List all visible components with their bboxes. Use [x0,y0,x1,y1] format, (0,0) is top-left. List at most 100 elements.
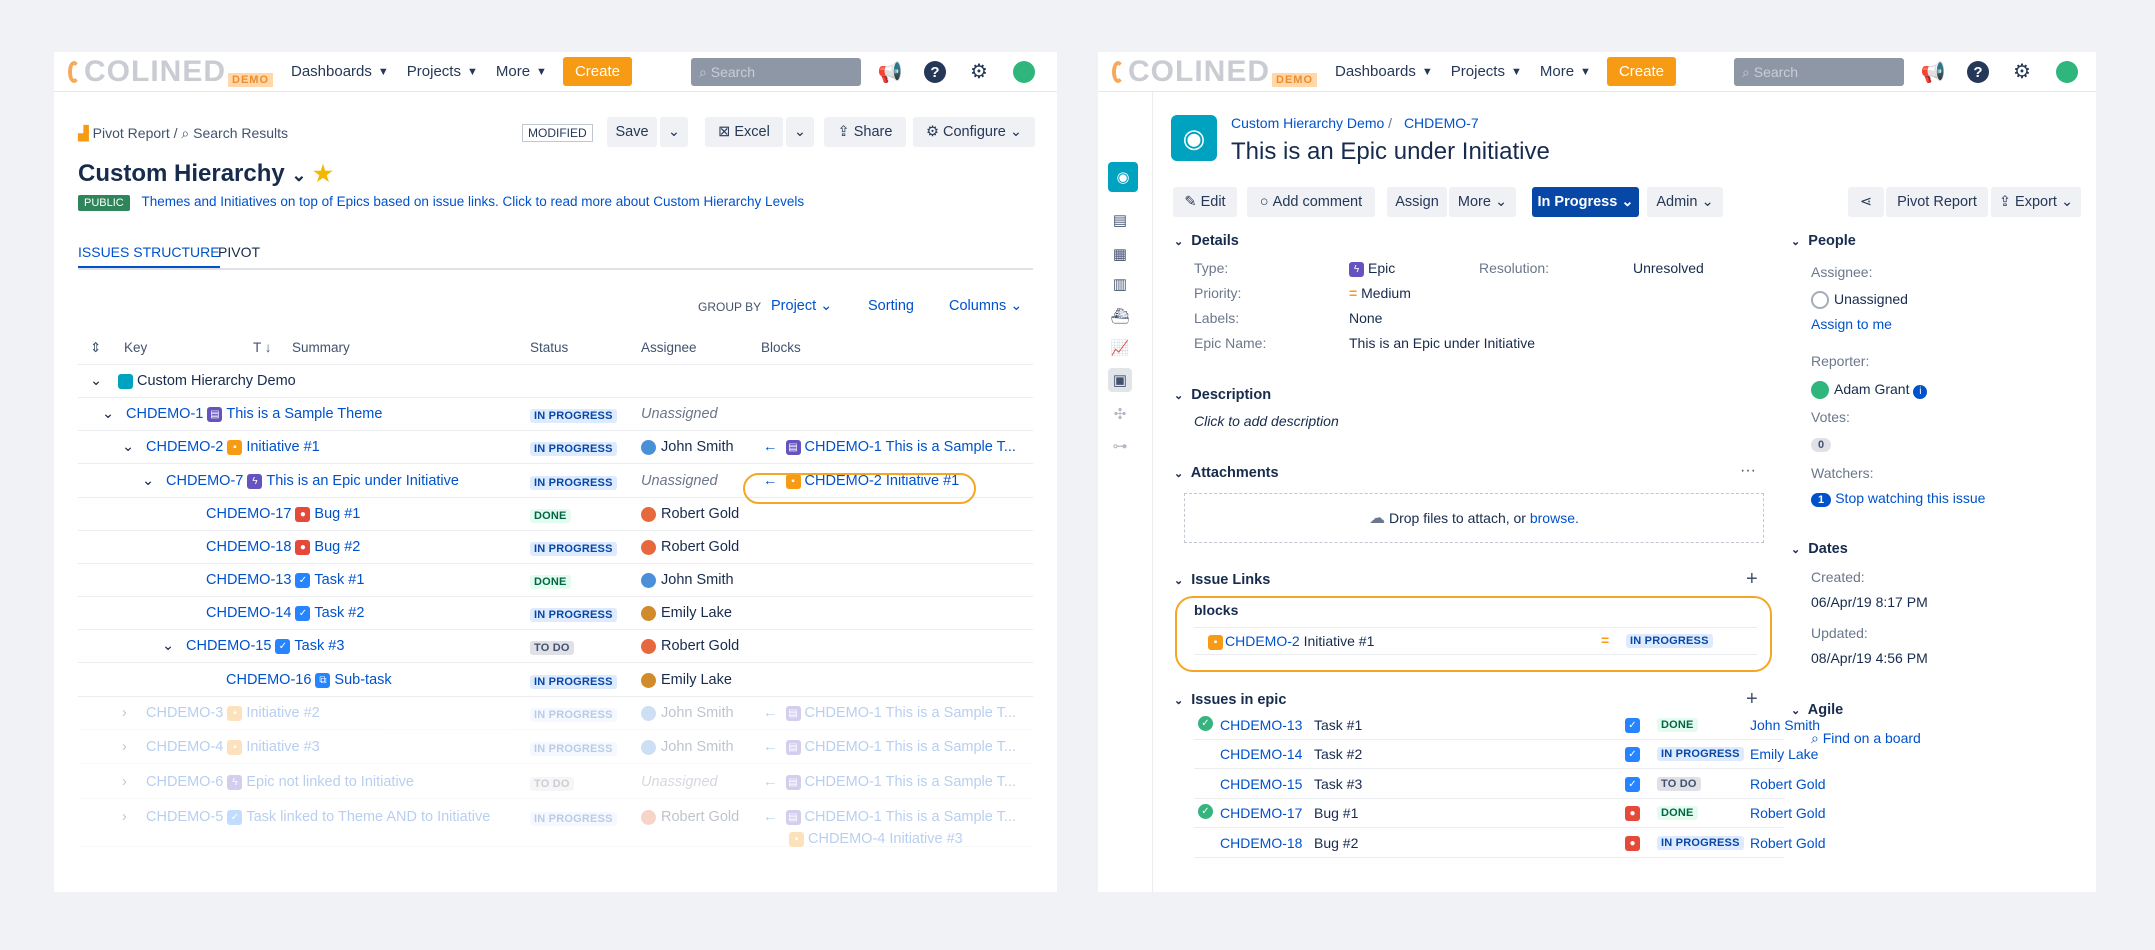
issue-key-link[interactable]: CHDEMO-14 [206,605,291,621]
issue-title[interactable]: This is an Epic under Initiative [1231,138,1550,166]
issue-key-link[interactable]: CHDEMO-3 [146,705,223,721]
table-row[interactable]: CHDEMO-13 ✓ Task #1 DONE John Smith [78,564,1033,597]
export-button[interactable]: ⇪ Export ⌄ [1991,187,2081,217]
blocks-link[interactable]: CHDEMO-1 This is a Sample T... [805,774,1016,790]
colined-logo[interactable]: COLINED DEMO [1112,55,1317,89]
attachments-heading[interactable]: ⌄ Attachments [1174,465,1279,481]
table-row[interactable]: › CHDEMO-4 ▪ Initiative #3 IN PROGRESS John S… [78,731,1033,764]
blocks-link[interactable]: CHDEMO-1 This is a Sample T... [805,739,1016,755]
group-by-project-dropdown[interactable]: Project ⌄ [771,298,832,314]
issue-summary-link[interactable]: Sub-task [334,672,391,688]
expand-collapse-icon[interactable]: ⇕ [90,340,101,356]
issue-summary-link[interactable]: Bug #2 [314,539,360,555]
chevron-down-icon[interactable]: ⌄ [122,439,134,455]
issue-summary-link[interactable]: This is an Epic under Initiative [266,473,459,489]
share-button[interactable]: ⋖ [1848,187,1884,217]
colined-logo[interactable]: COLINED DEMO [68,55,273,89]
excel-button[interactable]: ⊠ Excel [705,117,783,147]
people-heading[interactable]: ⌄ People [1791,233,1856,249]
issue-key-link[interactable]: CHDEMO-18 [206,539,291,555]
epic-issue-row[interactable]: CHDEMO-15 Task #3 ✓ TO DO Robert Gold [1194,770,1825,799]
issue-summary-link[interactable]: Task linked to Theme AND to Initiative [246,809,490,825]
issue-summary-link[interactable]: This is a Sample Theme [226,406,382,422]
epic-issue-row[interactable]: ✓ CHDEMO-17 Bug #1 ● DONE Robert Gold [1194,799,1825,828]
issue-key-link[interactable]: CHDEMO-16 [226,672,311,688]
issue-summary-link[interactable]: Initiative #3 [246,739,319,755]
columns-icon[interactable]: ▥ [1108,272,1132,296]
edit-button[interactable]: ✎ Edit [1173,187,1237,217]
save-dropdown-button[interactable]: ⌄ [660,117,688,147]
hierarchy-icon[interactable]: ⊶ [1108,434,1132,458]
chevron-down-icon[interactable]: ⌄ [142,473,154,489]
issue-key-link[interactable]: CHDEMO-6 [146,774,223,790]
issue-summary-link[interactable]: Epic not linked to Initiative [246,774,414,790]
add-comment-button[interactable]: ○ Add comment [1247,187,1375,217]
issues-icon[interactable]: ▣ [1108,368,1132,392]
status-in-progress-button[interactable]: In Progress ⌄ [1532,187,1639,217]
nav-projects[interactable]: Projects ▼ [407,63,478,80]
search-input[interactable]: ⌕ Search [1734,58,1904,86]
agile-heading[interactable]: ⌄ Agile [1791,702,1843,718]
issue-summary-link[interactable]: Task #3 [294,638,344,654]
backlog-icon[interactable]: ▤ [1108,208,1132,232]
find-on-board-link[interactable]: ⌕ Find on a board [1811,730,1921,747]
blocks-link[interactable]: CHDEMO-4 Initiative #3 [808,831,963,847]
chevron-down-icon[interactable]: ⌄ [291,165,306,185]
assign-button[interactable]: Assign [1387,187,1447,217]
chevron-right-icon[interactable]: › [122,809,127,825]
nav-dashboards[interactable]: Dashboards ▼ [291,63,389,80]
table-row[interactable]: › CHDEMO-5 ✓ Task linked to Theme AND to In… [78,801,1033,847]
table-row[interactable]: CHDEMO-16 ⧉ Sub-task IN PROGRESS Emily Lake [78,664,1033,697]
table-row[interactable]: › CHDEMO-3 ▪ Initiative #2 IN PROGRESS John S… [78,697,1033,730]
description-heading[interactable]: ⌄ Description [1174,387,1271,403]
linked-issue-row[interactable]: ▪ CHDEMO-2 Initiative #1 = IN PROGRESS [1194,627,1757,655]
chevron-down-icon[interactable]: ⌄ [90,373,102,389]
blocks-link[interactable]: CHDEMO-1 This is a Sample T... [805,809,1016,825]
table-row[interactable]: › CHDEMO-6 ϟ Epic not linked to Initiative T… [78,766,1033,799]
issue-key-link[interactable]: CHDEMO-13 [206,572,291,588]
description-link[interactable]: Themes and Initiatives on top of Epics b… [142,194,805,209]
megaphone-icon[interactable]: 📢 [878,61,903,84]
chevron-right-icon[interactable]: › [122,739,127,755]
issue-summary-link[interactable]: Initiative #1 [246,439,319,455]
excel-dropdown-button[interactable]: ⌄ [786,117,814,147]
issue-key-link[interactable]: CHDEMO-5 [146,809,223,825]
votes-badge[interactable]: 0 [1811,438,1832,452]
table-row[interactable]: ⌄ CHDEMO-15 ✓ Task #3 TO DO Robert Gold [78,630,1033,663]
search-input[interactable]: ⌕ Search [691,58,861,86]
add-issue-icon[interactable]: + [1746,688,1758,711]
dates-heading[interactable]: ⌄ Dates [1791,541,1848,557]
issue-key-link[interactable]: CHDEMO-1 [126,406,203,422]
share-button[interactable]: ⇪ Share [824,117,906,147]
assign-to-me-link[interactable]: Assign to me [1811,316,1892,332]
blocks-link[interactable]: CHDEMO-1 This is a Sample T... [805,705,1016,721]
details-heading[interactable]: ⌄ Details [1174,233,1239,249]
reports-icon[interactable]: 📈 [1108,336,1132,360]
issue-links-heading[interactable]: ⌄ Issue Links [1174,572,1270,588]
nav-more[interactable]: More ▼ [496,63,547,80]
table-row[interactable]: CHDEMO-14 ✓ Task #2 IN PROGRESS Emily Lake [78,597,1033,630]
help-icon[interactable]: ? [924,61,946,83]
description-field[interactable]: Click to add description [1194,413,1339,429]
pivot-report-button[interactable]: Pivot Report [1886,187,1988,217]
gear-icon[interactable]: ⚙ [968,60,990,83]
tab-issues-structure[interactable]: ISSUES STRUCTURE [78,244,220,269]
watchers-badge[interactable]: 1 [1811,493,1832,507]
attachment-dropzone[interactable]: ☁ Drop files to attach, or browse. [1184,493,1764,543]
issue-key-link[interactable]: CHDEMO-17 [206,506,291,522]
create-button[interactable]: Create [1606,57,1676,86]
tab-pivot[interactable]: PIVOT [218,244,260,260]
star-icon[interactable]: ★ [313,161,333,186]
blocks-link[interactable]: CHDEMO-1 This is a Sample T... [805,439,1016,455]
board-icon[interactable]: ▦ [1108,242,1132,266]
columns-dropdown[interactable]: Columns ⌄ [949,298,1022,314]
user-avatar[interactable] [2056,61,2078,83]
table-row[interactable]: ⌄ CHDEMO-1 ▤ This is a Sample Theme IN PROGR… [78,398,1033,431]
info-icon[interactable]: i [1913,385,1928,399]
chevron-down-icon[interactable]: ⌄ [102,406,114,422]
gear-icon[interactable]: ⚙ [2011,60,2033,83]
epic-issue-row[interactable]: ✓ CHDEMO-13 Task #1 ✓ DONE John Smith [1194,711,1820,740]
chevron-right-icon[interactable]: › [122,774,127,790]
admin-button[interactable]: Admin ⌄ [1647,187,1723,217]
puzzle-icon[interactable]: ✣ [1108,402,1132,426]
